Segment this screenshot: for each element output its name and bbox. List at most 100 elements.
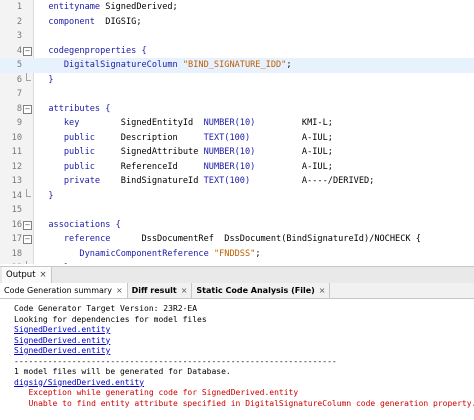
code-token: Description bbox=[120, 132, 204, 143]
line-number: 7 bbox=[16, 89, 22, 99]
line-number: 17 bbox=[11, 234, 22, 244]
code-line[interactable]: 18 DynamicComponentReference "FNDDSS"; bbox=[0, 247, 474, 262]
console-file-link[interactable]: SignedDerived.entity bbox=[14, 336, 110, 347]
output-tab[interactable]: Diff result × bbox=[128, 283, 193, 298]
code-token: SignedEntityId bbox=[120, 118, 204, 128]
console-line: Looking for dependencies for model files bbox=[14, 314, 207, 324]
code-text: } bbox=[38, 189, 54, 204]
code-text: DigitalSignatureColumn "BIND_SIGNATURE_I… bbox=[38, 58, 292, 73]
fold-toggle-icon[interactable]: − bbox=[23, 220, 32, 230]
line-number: 11 bbox=[11, 147, 22, 157]
code-token: "BIND_SIGNATURE_IDD" bbox=[182, 60, 287, 70]
code-line[interactable]: 15 bbox=[0, 203, 474, 218]
fold-toggle-icon[interactable]: − bbox=[23, 104, 32, 114]
code-token: KMI-L; bbox=[301, 118, 333, 128]
code-token: SignedAttribute bbox=[120, 147, 204, 157]
console-file-link[interactable]: digsig/SignedDerived.entity bbox=[14, 378, 144, 389]
code-text: private BindSignatureId TEXT(100) A----/… bbox=[38, 174, 374, 189]
output-console[interactable]: Code Generator Target Version: 23R2-EA Lo… bbox=[0, 299, 474, 420]
code-line[interactable]: 2 component DIGSIG; bbox=[0, 15, 474, 30]
line-number: 1 bbox=[16, 2, 22, 12]
tab-label: Static Code Analysis (File) bbox=[196, 286, 315, 295]
code-line[interactable]: 13 private BindSignatureId TEXT(100) A--… bbox=[0, 174, 474, 189]
code-line[interactable]: 3 bbox=[0, 29, 474, 44]
fold-end-icon bbox=[26, 261, 31, 264]
code-line[interactable]: 6 } bbox=[0, 72, 474, 88]
code-text: component DIGSIG; bbox=[38, 15, 141, 30]
code-token: ; bbox=[286, 60, 292, 70]
console-line: ----------------------------------------… bbox=[14, 356, 337, 366]
fold-toggle-icon[interactable]: − bbox=[23, 46, 32, 56]
code-line[interactable]: 12 public ReferenceId NUMBER(10) A-IUL; bbox=[0, 160, 474, 175]
line-number: 2 bbox=[16, 16, 22, 27]
code-line[interactable]: 4− codegenproperties { bbox=[0, 44, 474, 59]
fold-end-icon bbox=[26, 188, 31, 197]
code-token: "FNDDSS" bbox=[213, 248, 256, 259]
code-token: } bbox=[64, 263, 69, 264]
console-file-link[interactable]: SignedDerived.entity bbox=[14, 325, 110, 336]
code-token: TEXT(100) bbox=[203, 176, 302, 186]
code-token: DigitalSignatureColumn bbox=[63, 60, 183, 70]
code-token: NUMBER(10) bbox=[203, 147, 302, 157]
close-icon[interactable]: × bbox=[40, 270, 47, 280]
code-text: codegenproperties { bbox=[38, 44, 147, 59]
console-line: 1 model files will be generated for Data… bbox=[14, 367, 231, 376]
line-number: 4 bbox=[16, 45, 22, 56]
code-token: reference bbox=[63, 234, 142, 244]
code-token: } bbox=[48, 74, 54, 85]
code-token: component bbox=[48, 16, 106, 27]
code-token: public bbox=[63, 161, 121, 172]
code-text: reference DssDocumentRef DssDocument(Bin… bbox=[38, 232, 421, 247]
output-tab[interactable]: Static Code Analysis (File) × bbox=[192, 283, 331, 298]
code-line[interactable]: 17− reference DssDocumentRef DssDocument… bbox=[0, 232, 474, 247]
code-line[interactable]: 11 public SignedAttribute NUMBER(10) A-I… bbox=[0, 145, 474, 160]
code-text: } bbox=[38, 73, 54, 88]
code-line[interactable]: 8− attributes { bbox=[0, 102, 474, 117]
code-text: public ReferenceId NUMBER(10) A-IUL; bbox=[38, 160, 333, 175]
code-line[interactable]: 1 entityname SignedDerived; bbox=[0, 0, 474, 15]
code-line[interactable]: 10 public Description TEXT(100) A-IUL; bbox=[0, 131, 474, 146]
close-icon[interactable]: × bbox=[116, 286, 123, 295]
code-line[interactable]: 16− associations { bbox=[0, 218, 474, 233]
console-error-line: Unable to find entity attribute specifie… bbox=[14, 398, 474, 408]
code-token: SignedDerived; bbox=[105, 2, 178, 12]
output-tab[interactable]: Code Generation summary × bbox=[0, 283, 128, 298]
code-editor[interactable]: 1 entityname SignedDerived; 2 component D… bbox=[0, 0, 474, 264]
code-token: codegenproperties { bbox=[48, 45, 147, 56]
tab-label: Code Generation summary bbox=[4, 286, 112, 295]
line-number: 13 bbox=[11, 176, 22, 186]
output-panel-title[interactable]: Output × bbox=[2, 267, 52, 283]
code-text: attributes { bbox=[38, 102, 110, 117]
line-number: 3 bbox=[16, 31, 22, 41]
code-line[interactable]: 5 DigitalSignatureColumn "BIND_SIGNATURE… bbox=[0, 58, 474, 73]
code-token: entityname bbox=[48, 2, 106, 12]
line-number: 15 bbox=[11, 205, 22, 215]
fold-toggle-icon[interactable]: − bbox=[23, 235, 32, 244]
code-token: } bbox=[48, 190, 54, 201]
line-number: 10 bbox=[11, 132, 22, 143]
code-line[interactable]: 7 bbox=[0, 87, 474, 102]
code-line[interactable]: 9 key SignedEntityId NUMBER(10) KMI-L; bbox=[0, 116, 474, 131]
code-text: } bbox=[38, 261, 69, 264]
code-token: DssDocumentRef bbox=[141, 234, 225, 244]
code-token: TEXT(100) bbox=[203, 132, 302, 143]
code-token: private bbox=[63, 176, 121, 186]
tab-label: Diff result bbox=[131, 286, 177, 295]
code-text: public SignedAttribute NUMBER(10) A-IUL; bbox=[38, 145, 333, 160]
code-text: public Description TEXT(100) A-IUL; bbox=[38, 131, 333, 146]
console-line: Code Generator Target Version: 23R2-EA bbox=[14, 304, 198, 313]
line-number: 16 bbox=[11, 219, 22, 230]
code-line[interactable]: 19 } bbox=[0, 261, 474, 264]
code-token: BindSignatureId bbox=[120, 176, 204, 186]
line-number: 9 bbox=[16, 118, 22, 128]
line-number: 19 bbox=[0, 261, 22, 264]
close-icon[interactable]: × bbox=[181, 286, 188, 295]
line-number: 12 bbox=[11, 161, 22, 172]
code-text: DynamicComponentReference "FNDDSS"; bbox=[38, 247, 260, 262]
output-title-label: Output bbox=[6, 270, 36, 280]
code-line[interactable]: 14 } bbox=[0, 188, 474, 204]
line-number: 14 bbox=[11, 190, 22, 201]
close-icon[interactable]: × bbox=[319, 286, 326, 295]
code-token: NUMBER(10) bbox=[203, 161, 302, 172]
console-file-link[interactable]: SignedDerived.entity bbox=[14, 346, 110, 357]
